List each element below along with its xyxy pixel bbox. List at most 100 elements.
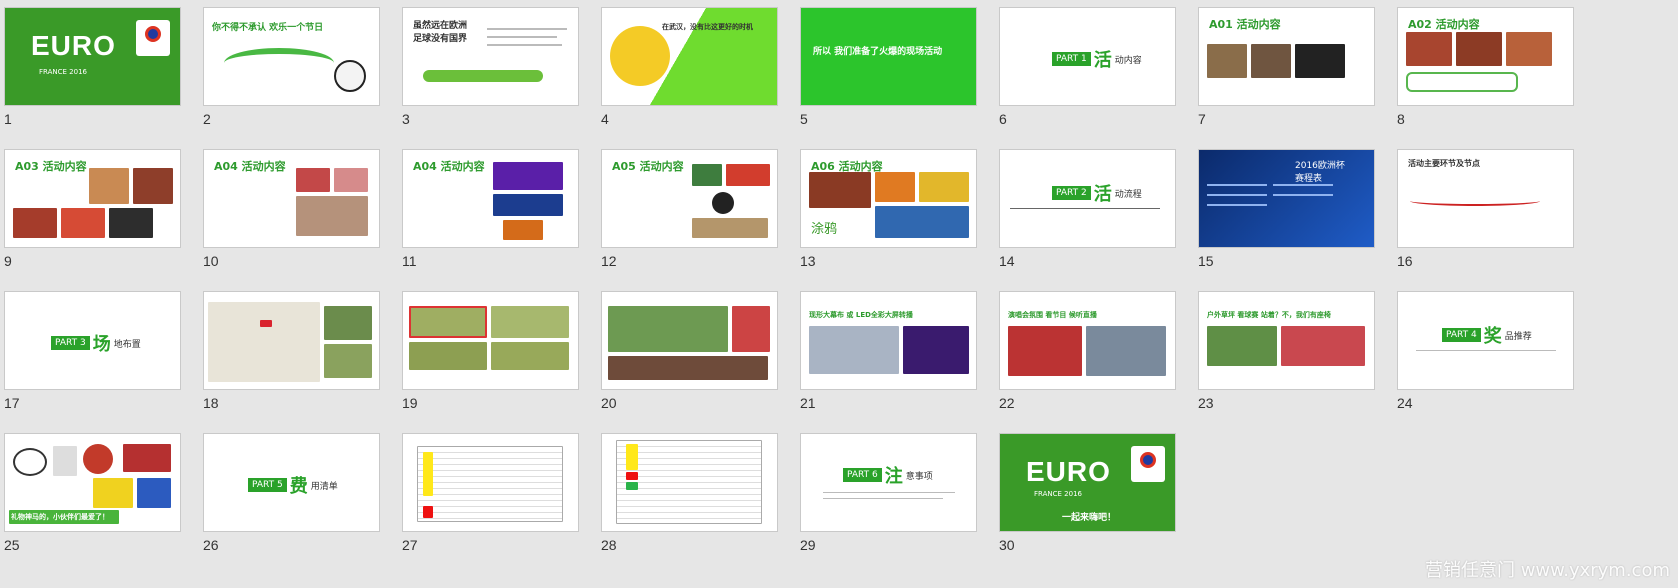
slide-heading: 你不得不承认 欢乐一个节日 (212, 23, 324, 33)
slide-thumbnail[interactable]: PART 2 活 动流程 14 (995, 142, 1176, 282)
slide-preview[interactable] (402, 291, 579, 390)
photo-graphic (13, 208, 57, 238)
slide-thumbnail[interactable]: PART 5 费 用清单 26 (199, 426, 380, 566)
part-title: PART 1 活 动内容 (1052, 46, 1142, 72)
text-line (823, 498, 943, 499)
slide-preview[interactable]: A05 活动内容 (601, 149, 778, 248)
slide-footer-text: 涂鸦 (811, 222, 838, 237)
slide-sorter-grid: EURO FRANCE 2016 1 你不得不承认 欢乐一个节日 2 虽然远在欧… (0, 0, 1678, 588)
part-name: 地布置 (113, 339, 141, 350)
slide-subtitle: FRANCE 2016 (1034, 490, 1082, 498)
slide-number: 14 (999, 253, 1015, 269)
slide-thumbnail[interactable]: A05 活动内容 12 (597, 142, 778, 282)
slide-preview[interactable]: A01 活动内容 (1198, 7, 1375, 106)
slide-preview[interactable] (402, 433, 579, 532)
slide-number: 20 (601, 395, 617, 411)
slide-preview[interactable]: PART 6 注 意事项 (800, 433, 977, 532)
slide-preview[interactable]: EURO FRANCE 2016 一起来嗨吧！ (999, 433, 1176, 532)
slide-preview[interactable]: PART 4 奖 品推荐 (1397, 291, 1574, 390)
bicycle-icon (13, 448, 47, 476)
slide-preview[interactable]: 虽然远在欧洲 足球没有国界 (402, 7, 579, 106)
slide-thumbnail[interactable]: A03 活动内容 9 (0, 142, 181, 282)
slide-thumbnail[interactable]: 演唱会氛围 看节目 候听直播 22 (995, 284, 1176, 424)
slide-preview[interactable]: PART 3 场 地布置 (4, 291, 181, 390)
slide-thumbnail[interactable]: A01 活动内容 7 (1194, 0, 1375, 140)
slide-thumbnail[interactable]: PART 6 注 意事项 29 (796, 426, 977, 566)
slide-number: 24 (1397, 395, 1413, 411)
part-label: PART 6 (843, 468, 882, 482)
photo-graphic (334, 168, 368, 192)
photo-graphic (809, 326, 899, 374)
part-initial: 活 (1093, 184, 1112, 205)
slide-number: 17 (4, 395, 20, 411)
slide-thumbnail[interactable]: A04 活动内容 10 (199, 142, 380, 282)
slide-thumbnail[interactable]: 28 (597, 426, 778, 566)
slide-thumbnail[interactable]: PART 3 场 地布置 17 (0, 284, 181, 424)
slide-heading: A02 活动内容 (1408, 18, 1480, 31)
slide-preview[interactable]: 演唱会氛围 看节目 候听直播 (999, 291, 1176, 390)
part-name: 用清单 (310, 481, 338, 492)
slide-preview[interactable]: 你不得不承认 欢乐一个节日 (203, 7, 380, 106)
slide-thumbnail[interactable]: 虽然远在欧洲 足球没有国界 3 (398, 0, 579, 140)
slide-thumbnail[interactable]: EURO FRANCE 2016 一起来嗨吧！ 30 (995, 426, 1176, 566)
photo-graphic (875, 172, 915, 202)
slide-thumbnail[interactable]: 18 (199, 284, 380, 424)
slide-preview[interactable]: A04 活动内容 (402, 149, 579, 248)
euro-title: EURO (1026, 456, 1111, 487)
slide-preview[interactable]: 所以 我们准备了火爆的现场活动 (800, 7, 977, 106)
slide-preview[interactable]: 在武汉，没有比这更好的时机 (601, 7, 778, 106)
green-bar-graphic (423, 70, 543, 82)
slide-preview[interactable]: PART 1 活 动内容 (999, 7, 1176, 106)
slide-number: 21 (800, 395, 816, 411)
photo-graphic (1251, 44, 1291, 78)
slide-thumbnail[interactable]: 所以 我们准备了火爆的现场活动 5 (796, 0, 977, 140)
slide-thumbnail[interactable]: 现形大幕布 或 LED全彩大屏转播 21 (796, 284, 977, 424)
slide-thumbnail[interactable]: 在武汉，没有比这更好的时机 4 (597, 0, 778, 140)
slide-thumbnail[interactable]: 户外草坪 看球赛 站着？不，我们有座椅 23 (1194, 284, 1375, 424)
slide-preview[interactable]: A02 活动内容 (1397, 7, 1574, 106)
slide-heading: 现形大幕布 或 LED全彩大屏转播 (809, 311, 913, 319)
text-box-graphic (1406, 72, 1518, 92)
map-marker-icon (260, 320, 272, 327)
slide-preview[interactable]: 活动主要环节及节点 (1397, 149, 1574, 248)
table-highlight (423, 452, 433, 496)
photo-graphic (133, 168, 173, 204)
slide-preview[interactable] (601, 291, 778, 390)
slide-preview[interactable]: 礼物神马的，小伙伴们最爱了！ (4, 433, 181, 532)
slide-preview[interactable]: PART 2 活 动流程 (999, 149, 1176, 248)
kettle-icon (53, 446, 77, 476)
slide-preview[interactable]: 现形大幕布 或 LED全彩大屏转播 (800, 291, 977, 390)
slide-number: 6 (999, 111, 1007, 127)
slide-thumbnail[interactable]: 活动主要环节及节点 16 (1393, 142, 1574, 282)
slide-thumbnail[interactable]: 19 (398, 284, 579, 424)
slide-preview[interactable]: PART 5 费 用清单 (203, 433, 380, 532)
slide-thumbnail[interactable]: 2016欧洲杯 赛程表 15 (1194, 142, 1375, 282)
slide-preview[interactable]: A06 活动内容 涂鸦 (800, 149, 977, 248)
photo-graphic (493, 194, 563, 216)
slide-thumbnail[interactable]: 20 (597, 284, 778, 424)
slide-thumbnail[interactable]: 你不得不承认 欢乐一个节日 2 (199, 0, 380, 140)
toy-icon (123, 444, 171, 472)
photo-graphic (1456, 32, 1502, 66)
part-initial: 场 (92, 334, 111, 355)
cost-table (417, 446, 563, 522)
photo-graphic (1207, 44, 1247, 78)
slide-thumbnail[interactable]: A06 活动内容 涂鸦 13 (796, 142, 977, 282)
slide-preview[interactable]: EURO FRANCE 2016 (4, 7, 181, 106)
slide-preview[interactable]: 2016欧洲杯 赛程表 (1198, 149, 1375, 248)
slide-preview[interactable]: A03 活动内容 (4, 149, 181, 248)
slide-thumbnail[interactable]: PART 4 奖 品推荐 24 (1393, 284, 1574, 424)
slide-preview[interactable]: A04 活动内容 (203, 149, 380, 248)
slide-heading: 户外草坪 看球赛 站着？不，我们有座椅 (1207, 311, 1331, 319)
slide-thumbnail[interactable]: A02 活动内容 8 (1393, 0, 1574, 140)
slide-thumbnail[interactable]: PART 1 活 动内容 6 (995, 0, 1176, 140)
slide-thumbnail[interactable]: 礼物神马的，小伙伴们最爱了！ 25 (0, 426, 181, 566)
slide-thumbnail[interactable]: 27 (398, 426, 579, 566)
photo-graphic (324, 344, 372, 378)
slide-thumbnail[interactable]: A04 活动内容 11 (398, 142, 579, 282)
slide-preview[interactable] (203, 291, 380, 390)
slide-preview[interactable]: 户外草坪 看球赛 站着？不，我们有座椅 (1198, 291, 1375, 390)
slide-thumbnail[interactable]: EURO FRANCE 2016 1 (0, 0, 181, 140)
photo-graphic (1207, 326, 1277, 366)
slide-preview[interactable] (601, 433, 778, 532)
